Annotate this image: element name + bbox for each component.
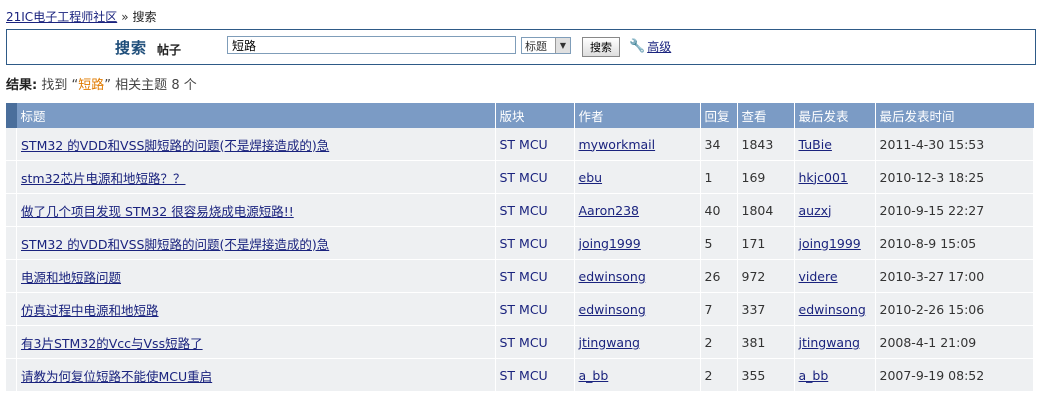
replies-cell: 40 — [700, 193, 738, 227]
author-link[interactable]: edwinsong — [579, 302, 646, 317]
forum-cell: ST MCU — [495, 193, 575, 227]
search-type-label: 帖子 — [157, 43, 182, 57]
thread-title-link[interactable]: stm32芯片电源和地短路？？ — [21, 171, 186, 186]
replies-cell: 2 — [700, 358, 738, 392]
table-row: 做了几个项目发现 STM32 很容易烧成电源短路!! ST MCU Aaron2… — [6, 193, 1034, 227]
result-summary: 结果: 找到 “短路” 相关主题 8 个 — [6, 74, 197, 93]
thread-title-link[interactable]: STM32 的VDD和VSS脚短路的问题(不是焊接造成的)急 — [21, 138, 329, 153]
search-input[interactable] — [227, 36, 516, 54]
last-time-cell: 2010-9-15 22:27 — [875, 193, 1034, 227]
forum-cell: ST MCU — [495, 226, 575, 260]
table-row: STM32 的VDD和VSS脚短路的问题(不是焊接造成的)急 ST MCU jo… — [6, 226, 1034, 260]
header-last-poster: 最后发表 — [794, 103, 876, 128]
last-poster-link[interactable]: hkjc001 — [799, 170, 848, 185]
result-pre: 找到 — [41, 78, 68, 93]
table-row: 仿真过程中电源和地短路 ST MCU edwinsong 7 337 edwin… — [6, 292, 1034, 326]
advanced-search[interactable]: 🔧 高级 — [629, 38, 671, 55]
table-row: 请教为何复位短路不能使MCU重启 ST MCU a_bb 2 355 a_bb … — [6, 358, 1034, 392]
author-link[interactable]: joing1999 — [579, 236, 641, 251]
results-table: 标题 版块 作者 回复 查看 最后发表 最后发表时间 STM32 的VDD和VS… — [6, 103, 1034, 392]
last-time-cell: 2010-8-9 15:05 — [875, 226, 1034, 260]
replies-cell: 5 — [700, 226, 738, 260]
result-count: 8 个 — [171, 78, 197, 93]
views-cell: 171 — [737, 226, 795, 260]
search-panel: 搜索 帖子 标题 ▼ 搜索 🔧 高级 — [6, 29, 1036, 65]
wrench-icon: 🔧 — [629, 39, 646, 54]
header-bar — [6, 103, 17, 128]
replies-cell: 7 — [700, 292, 738, 326]
search-scope-value: 标题 — [525, 39, 547, 53]
replies-cell: 26 — [700, 259, 738, 293]
replies-cell: 34 — [700, 128, 738, 161]
header-replies: 回复 — [700, 103, 738, 128]
last-poster-link[interactable]: jtingwang — [799, 335, 860, 350]
header-title: 标题 — [16, 103, 496, 128]
result-keyword: 短路 — [78, 78, 105, 93]
result-post: 相关主题 — [115, 78, 168, 93]
replies-cell: 1 — [700, 160, 738, 194]
last-poster-link[interactable]: videre — [799, 269, 838, 284]
breadcrumb-separator: » — [121, 10, 129, 24]
views-cell: 381 — [737, 325, 795, 359]
forum-cell: ST MCU — [495, 128, 575, 161]
last-time-cell: 2008-4-1 21:09 — [875, 325, 1034, 359]
search-scope-select[interactable]: 标题 ▼ — [521, 37, 571, 54]
search-button[interactable]: 搜索 — [582, 37, 620, 57]
search-title: 搜索 — [115, 39, 148, 57]
table-row: STM32 的VDD和VSS脚短路的问题(不是焊接造成的)急 ST MCU my… — [6, 128, 1034, 161]
thread-title-link[interactable]: STM32 的VDD和VSS脚短路的问题(不是焊接造成的)急 — [21, 237, 329, 252]
views-cell: 169 — [737, 160, 795, 194]
author-link[interactable]: jtingwang — [579, 335, 640, 350]
header-forum: 版块 — [495, 103, 575, 128]
author-link[interactable]: ebu — [579, 170, 603, 185]
forum-cell: ST MCU — [495, 358, 575, 392]
forum-cell: ST MCU — [495, 259, 575, 293]
thread-title-link[interactable]: 请教为何复位短路不能使MCU重启 — [21, 369, 212, 384]
forum-cell: ST MCU — [495, 292, 575, 326]
last-time-cell: 2007-9-19 08:52 — [875, 358, 1034, 392]
thread-title-link[interactable]: 有3片STM32的Vcc与Vss短路了 — [21, 336, 203, 351]
result-close-quote: ” — [104, 78, 112, 93]
last-time-cell: 2011-4-30 15:53 — [875, 128, 1034, 161]
last-poster-link[interactable]: TuBie — [799, 137, 832, 152]
views-cell: 972 — [737, 259, 795, 293]
last-poster-link[interactable]: joing1999 — [799, 236, 861, 251]
last-poster-link[interactable]: edwinsong — [799, 302, 866, 317]
views-cell: 337 — [737, 292, 795, 326]
views-cell: 355 — [737, 358, 795, 392]
last-poster-link[interactable]: auzxj — [799, 203, 832, 218]
chevron-down-icon: ▼ — [555, 38, 570, 53]
forum-cell: ST MCU — [495, 325, 575, 359]
forum-cell: ST MCU — [495, 160, 575, 194]
thread-title-link[interactable]: 仿真过程中电源和地短路 — [21, 303, 159, 318]
result-label: 结果: — [6, 78, 38, 93]
header-last-time: 最后发表时间 — [875, 103, 1034, 128]
breadcrumb-current: 搜索 — [132, 10, 157, 24]
views-cell: 1804 — [737, 193, 795, 227]
last-time-cell: 2010-3-27 17:00 — [875, 259, 1034, 293]
table-header-row: 标题 版块 作者 回复 查看 最后发表 最后发表时间 — [6, 103, 1034, 128]
replies-cell: 2 — [700, 325, 738, 359]
author-link[interactable]: edwinsong — [579, 269, 646, 284]
advanced-search-link[interactable]: 高级 — [647, 38, 671, 55]
header-author: 作者 — [574, 103, 701, 128]
thread-title-link[interactable]: 电源和地短路问题 — [21, 270, 121, 285]
header-views: 查看 — [737, 103, 795, 128]
table-row: 电源和地短路问题 ST MCU edwinsong 26 972 videre … — [6, 259, 1034, 293]
author-link[interactable]: myworkmail — [579, 137, 656, 152]
breadcrumb: 21IC电子工程师社区 » 搜索 — [6, 8, 157, 25]
last-time-cell: 2010-2-26 15:06 — [875, 292, 1034, 326]
thread-title-link[interactable]: 做了几个项目发现 STM32 很容易烧成电源短路!! — [21, 204, 294, 219]
author-link[interactable]: a_bb — [579, 368, 609, 383]
table-row: stm32芯片电源和地短路？？ ST MCU ebu 1 169 hkjc001… — [6, 160, 1034, 194]
author-link[interactable]: Aaron238 — [579, 203, 640, 218]
breadcrumb-home-link[interactable]: 21IC电子工程师社区 — [6, 10, 117, 24]
last-time-cell: 2010-12-3 18:25 — [875, 160, 1034, 194]
last-poster-link[interactable]: a_bb — [799, 368, 829, 383]
table-row: 有3片STM32的Vcc与Vss短路了 ST MCU jtingwang 2 3… — [6, 325, 1034, 359]
views-cell: 1843 — [737, 128, 795, 161]
